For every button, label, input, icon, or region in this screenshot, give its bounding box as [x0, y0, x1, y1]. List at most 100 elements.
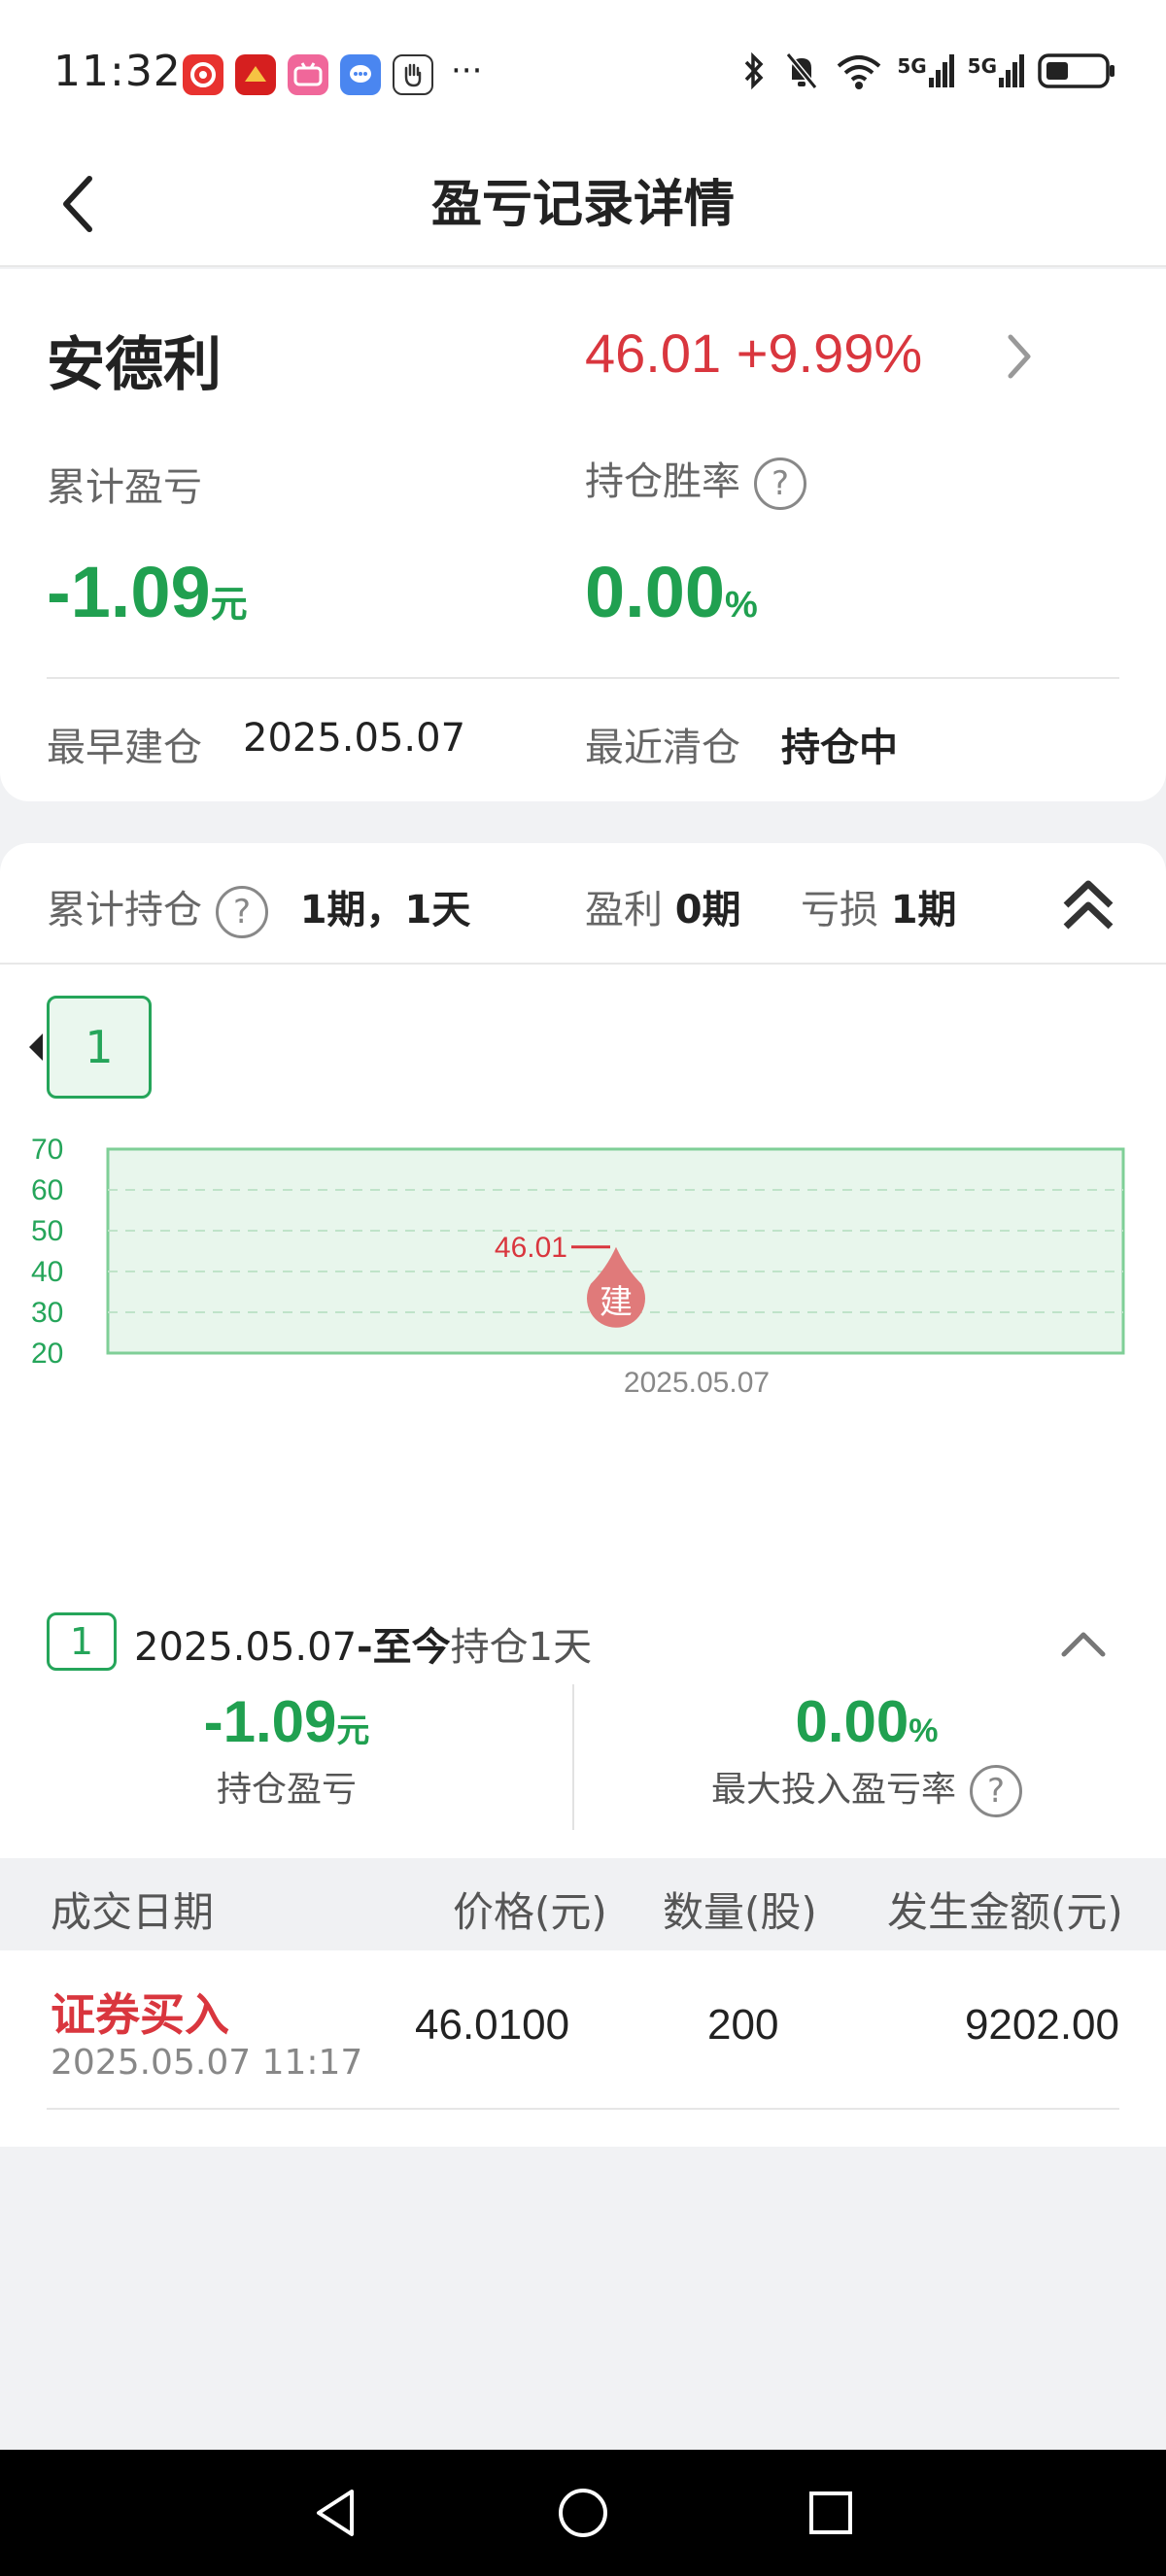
profit-value: 0期	[674, 888, 741, 932]
app-red-icon	[183, 54, 223, 95]
segment-rate-value: 0.00%	[575, 1688, 1158, 1755]
recent-clear-label: 最近清仓	[585, 726, 740, 770]
status-time: 11:32	[53, 47, 182, 96]
col-amount: 发生金额(元)	[887, 1888, 1123, 1936]
stock-name: 安德利	[47, 331, 222, 399]
earliest-build-label: 最早建仓	[47, 726, 202, 770]
divider	[572, 1684, 574, 1830]
profit-periods: 盈利 0期	[585, 878, 741, 934]
percent-unit: %	[725, 585, 758, 626]
y-tick-label: 40	[31, 1256, 63, 1288]
loss-value: 1期	[890, 888, 957, 932]
segment-rate-label: 最大投入盈亏率	[710, 1770, 956, 1810]
network-type-label: 5G	[897, 54, 927, 78]
notification-icons: ···	[183, 54, 482, 95]
signal-5g-icon: 5G	[897, 54, 954, 87]
mute-bell-icon	[785, 52, 818, 89]
currency-unit: 元	[336, 1712, 370, 1749]
segment-duration: 持仓1天	[450, 1625, 593, 1670]
holding-value: 1期，1天	[299, 888, 471, 932]
segment-rate-label-row: 最大投入盈亏率?	[575, 1761, 1158, 1817]
news-app-icon	[235, 54, 276, 95]
help-icon[interactable]: ?	[754, 458, 806, 510]
holding-periods-card: 累计持仓? 1期，1天 盈利 0期 亏损 1期 1 70 60 50 40 30 20 20…	[0, 843, 1166, 2147]
col-price: 价格(元)	[453, 1888, 607, 1936]
divider	[47, 677, 1119, 679]
y-tick-label: 50	[31, 1215, 63, 1247]
table-row[interactable]: 证券买入 2025.05.07 11:17 46.0100 200 9202.0…	[0, 1950, 1166, 2116]
segment-pnl-number: -1.09	[203, 1689, 337, 1754]
bluetooth-icon	[745, 51, 764, 90]
trade-price: 46.0100	[415, 2001, 570, 2049]
more-notifications-icon: ···	[451, 51, 483, 90]
chevron-right-icon	[1008, 334, 1031, 379]
navigation-header: 盈亏记录详情	[0, 146, 1166, 267]
recent-clear-value: 持仓中	[781, 726, 898, 770]
earliest-build-value: 2025.05.07	[243, 716, 466, 761]
percent-unit: %	[909, 1712, 939, 1749]
win-rate-label-row: 持仓胜率?	[585, 450, 806, 510]
cum-pnl-label: 累计盈亏	[47, 465, 202, 510]
cum-pnl-value: -1.09元	[47, 551, 248, 633]
pnl-summary-card: 安德利 46.01 +9.99% 累计盈亏 持仓胜率? -1.09元 0.00%…	[0, 269, 1166, 801]
divider	[47, 2108, 1119, 2110]
segment-pnl: -1.09元 持仓盈亏	[0, 1688, 573, 1812]
system-navigation-bar	[0, 2450, 1166, 2576]
y-tick-label: 70	[31, 1134, 63, 1166]
wifi-icon	[838, 55, 881, 89]
help-icon[interactable]: ?	[970, 1765, 1022, 1817]
col-date: 成交日期	[51, 1888, 215, 1936]
segment-rate: 0.00% 最大投入盈亏率?	[575, 1688, 1158, 1817]
holding-summary-row: 累计持仓? 1期，1天 盈利 0期 亏损 1期	[0, 843, 1166, 965]
win-rate-number: 0.00	[585, 552, 726, 632]
col-qty: 数量(股)	[663, 1888, 817, 1936]
stock-price-change[interactable]: 46.01 +9.99%	[585, 322, 922, 385]
win-rate-label: 持仓胜率	[585, 459, 740, 504]
trade-amount: 9202.00	[964, 2001, 1119, 2049]
holding-label: 累计持仓	[47, 888, 202, 932]
segment-pnl-value: -1.09元	[0, 1688, 573, 1755]
loss-label: 亏损	[801, 888, 878, 932]
help-icon[interactable]: ?	[216, 886, 268, 938]
trade-type: 证券买入	[51, 1988, 229, 2041]
nav-back-button[interactable]	[301, 2479, 369, 2547]
collapse-button[interactable]	[1054, 872, 1122, 940]
holding-price-chart: 70 60 50 40 30 20 2025.05.07 46.01 建	[31, 1134, 1125, 1399]
loss-periods: 亏损 1期	[801, 878, 957, 934]
period-tab-1[interactable]: 1	[47, 996, 152, 1099]
nav-recents-button[interactable]	[797, 2479, 865, 2547]
segment-end: -至今	[357, 1625, 451, 1670]
win-rate-value: 0.00%	[585, 551, 758, 633]
system-status-icons: 5G 5G	[739, 51, 1117, 91]
nav-home-button[interactable]	[549, 2479, 617, 2547]
currency-unit: 元	[210, 585, 248, 626]
circle-home-icon	[559, 2489, 607, 2537]
network-type-label: 5G	[967, 54, 997, 78]
trade-table-header: 成交日期 价格(元) 数量(股) 发生金额(元)	[0, 1858, 1166, 1950]
cum-pnl-number: -1.09	[47, 552, 211, 632]
message-app-icon	[340, 54, 381, 95]
marker-label: 建	[600, 1283, 633, 1322]
segment-pnl-label: 持仓盈亏	[216, 1770, 357, 1810]
tab-pointer-icon	[29, 1034, 43, 1061]
y-tick-label: 20	[31, 1338, 63, 1370]
segment-title: 2025.05.07-至今持仓1天	[134, 1615, 592, 1672]
marker-price-label: 46.01	[495, 1232, 567, 1264]
bilibili-icon	[288, 54, 328, 95]
page-title: 盈亏记录详情	[430, 176, 735, 234]
stock-detail-button[interactable]	[991, 327, 1049, 386]
segment-badge: 1	[47, 1612, 117, 1671]
x-tick-label: 2025.05.07	[624, 1367, 770, 1399]
segment-collapse-button[interactable]	[1054, 1615, 1113, 1674]
trade-time: 2025.05.07 11:17	[51, 2043, 363, 2083]
trade-qty: 200	[707, 2001, 779, 2049]
triangle-back-icon	[317, 2490, 354, 2536]
status-bar: 11:32 ··· 5G 5G	[0, 0, 1166, 146]
profit-label: 盈利	[585, 888, 663, 932]
y-tick-label: 60	[31, 1174, 63, 1206]
signal-5g-icon: 5G	[968, 54, 1024, 87]
chevron-up-icon	[1061, 1632, 1106, 1657]
hand-stop-icon	[393, 54, 433, 95]
battery-icon	[1038, 53, 1115, 88]
holding-total: 累计持仓? 1期，1天	[47, 878, 470, 938]
